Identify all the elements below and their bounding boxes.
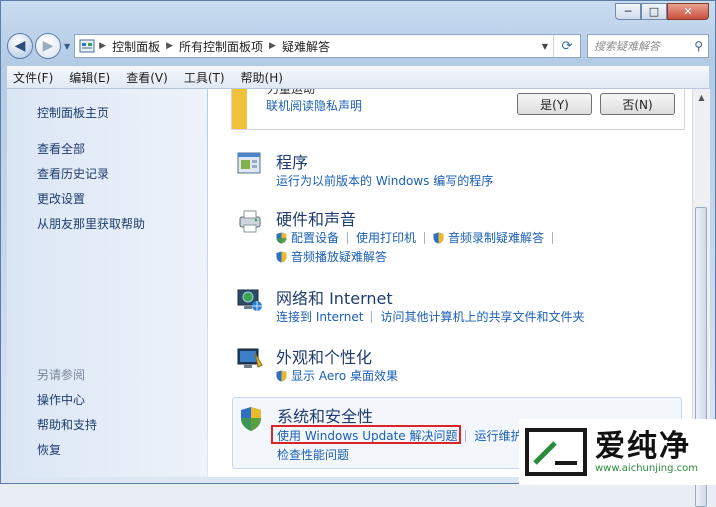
forward-arrow-icon: ▶ bbox=[42, 38, 54, 54]
breadcrumb-separator-icon: ▶ bbox=[166, 41, 174, 51]
category-title-appearance[interactable]: 外观和个性化 bbox=[276, 344, 372, 368]
control-panel-window: ─ □ ✕ ◀ ▶ ▼ ▶ 控制面板 ▶ 所有控制面板项 ▶ 疑难解答 ▼ ⟳ … bbox=[0, 0, 716, 507]
link-connect-internet[interactable]: 连接到 Internet bbox=[276, 308, 363, 325]
search-placeholder: 搜索疑难解答 bbox=[594, 40, 660, 53]
forward-button[interactable]: ▶ bbox=[35, 33, 61, 59]
sidebar-item-get-help-friend[interactable]: 从朋友那里获取帮助 bbox=[37, 215, 145, 232]
link-aero-effects[interactable]: 显示 Aero 桌面效果 bbox=[291, 367, 398, 384]
category-links-programs: 运行为以前版本的 Windows 编写的程序 bbox=[276, 172, 493, 189]
search-input[interactable]: 搜索疑难解答 ⚲ bbox=[587, 34, 709, 58]
menu-file[interactable]: 文件(F) bbox=[7, 69, 59, 86]
link-audio-playback[interactable]: 音频播放疑难解答 bbox=[291, 248, 387, 265]
maximize-button[interactable]: □ bbox=[641, 3, 667, 20]
link-divider bbox=[465, 429, 467, 442]
menu-edit[interactable]: 编辑(E) bbox=[63, 69, 116, 86]
breadcrumb-separator-icon: ▶ bbox=[99, 41, 107, 51]
watermark-logo-icon bbox=[525, 428, 587, 476]
link-divider bbox=[347, 231, 349, 244]
category-title-system-security[interactable]: 系统和安全性 bbox=[277, 403, 373, 427]
category-links-network: 连接到 Internet 访问其他计算机上的共享文件和文件夹 bbox=[276, 308, 584, 325]
network-globe-icon bbox=[237, 289, 262, 311]
link-audio-recording[interactable]: 音频录制疑难解答 bbox=[448, 229, 544, 246]
uac-shield-icon bbox=[276, 232, 287, 243]
privacy-statement-link[interactable]: 联机阅读隐私声明 bbox=[266, 97, 362, 114]
link-configure-device[interactable]: 配置设备 bbox=[291, 229, 339, 246]
category-title-programs[interactable]: 程序 bbox=[276, 149, 308, 173]
minimize-button[interactable]: ─ bbox=[615, 3, 641, 20]
breadcrumb-separator-icon: ▶ bbox=[269, 41, 276, 51]
notice-color-bar bbox=[232, 89, 247, 129]
breadcrumb-control-panel[interactable]: 控制面板 bbox=[112, 38, 160, 55]
notice-cut-text: 力量运动 bbox=[267, 89, 316, 96]
printer-icon bbox=[239, 210, 261, 233]
close-button[interactable]: ✕ bbox=[667, 3, 709, 20]
menu-help[interactable]: 帮助(H) bbox=[235, 69, 289, 86]
category-links-hardware-row1: 配置设备 使用打印机 音频录制疑难解答 bbox=[276, 229, 561, 246]
sidebar-item-help-support[interactable]: 帮助和支持 bbox=[37, 416, 97, 433]
scroll-up-icon[interactable]: ▲ bbox=[693, 89, 710, 106]
system-security-icon bbox=[241, 407, 261, 431]
link-shared-files[interactable]: 访问其他计算机上的共享文件和文件夹 bbox=[380, 308, 584, 325]
back-arrow-icon: ◀ bbox=[14, 38, 26, 54]
watermark-url: www.aichunjing.com bbox=[595, 462, 698, 474]
menu-bar: 文件(F) 编辑(E) 查看(V) 工具(T) 帮助(H) bbox=[7, 66, 709, 89]
address-dropdown-icon[interactable]: ▼ bbox=[537, 42, 553, 51]
uac-shield-icon bbox=[276, 370, 287, 381]
title-bar-buttons: ─ □ ✕ bbox=[615, 3, 709, 20]
uac-shield-icon bbox=[276, 251, 287, 262]
refresh-icon[interactable]: ⟳ bbox=[553, 35, 580, 57]
uac-shield-icon bbox=[433, 232, 444, 243]
search-icon[interactable]: ⚲ bbox=[694, 39, 703, 53]
sidebar-item-history[interactable]: 查看历史记录 bbox=[37, 165, 109, 182]
category-title-network[interactable]: 网络和 Internet bbox=[276, 285, 393, 309]
no-button[interactable]: 否(N) bbox=[600, 93, 675, 115]
address-bar[interactable]: ▶ 控制面板 ▶ 所有控制面板项 ▶ 疑难解答 ▼ ⟳ bbox=[74, 34, 581, 58]
recent-pages-dropdown[interactable]: ▼ bbox=[64, 42, 70, 51]
see-also-heading: 另请参阅 bbox=[37, 368, 86, 382]
link-divider bbox=[552, 231, 554, 244]
watermark-brand: 爱纯净 bbox=[595, 428, 691, 464]
link-use-printer[interactable]: 使用打印机 bbox=[356, 229, 416, 246]
menu-tools[interactable]: 工具(T) bbox=[178, 69, 231, 86]
link-run-older-programs[interactable]: 运行为以前版本的 Windows 编写的程序 bbox=[276, 172, 493, 189]
watermark: 爱纯净 www.aichunjing.com bbox=[519, 419, 716, 485]
link-divider bbox=[424, 231, 426, 244]
sidebar-item-recovery[interactable]: 恢复 bbox=[37, 441, 61, 458]
sidebar-item-action-center[interactable]: 操作中心 bbox=[37, 391, 85, 408]
link-run-maintenance[interactable]: 运行维护 bbox=[474, 427, 522, 444]
category-links-hardware-row2: 音频播放疑难解答 bbox=[276, 248, 387, 265]
programs-icon bbox=[237, 152, 261, 174]
control-panel-icon bbox=[79, 39, 95, 53]
link-divider bbox=[371, 310, 373, 323]
breadcrumb-troubleshooting[interactable]: 疑难解答 bbox=[282, 38, 330, 55]
appearance-icon bbox=[237, 348, 263, 368]
sidebar-item-view-all[interactable]: 查看全部 bbox=[37, 140, 85, 157]
online-troubleshooting-notice: 力量运动 联机阅读隐私声明 是(Y) 否(N) bbox=[231, 89, 685, 130]
breadcrumb-all-items[interactable]: 所有控制面板项 bbox=[179, 38, 263, 55]
sidebar-item-change-settings[interactable]: 更改设置 bbox=[37, 190, 85, 207]
highlight-box bbox=[271, 425, 461, 444]
back-button[interactable]: ◀ bbox=[7, 33, 33, 59]
navigation-bar: ◀ ▶ ▼ ▶ 控制面板 ▶ 所有控制面板项 ▶ 疑难解答 ▼ ⟳ 搜索疑难解答… bbox=[7, 30, 709, 62]
yes-button[interactable]: 是(Y) bbox=[517, 93, 592, 115]
category-links-appearance: 显示 Aero 桌面效果 bbox=[276, 367, 398, 384]
menu-view[interactable]: 查看(V) bbox=[120, 69, 174, 86]
sidebar: 控制面板主页 查看全部 查看历史记录 更改设置 从朋友那里获取帮助 另请参阅 操… bbox=[7, 89, 207, 477]
sidebar-item-home[interactable]: 控制面板主页 bbox=[37, 104, 109, 121]
link-check-performance[interactable]: 检查性能问题 bbox=[277, 446, 349, 463]
category-title-hardware-sound[interactable]: 硬件和声音 bbox=[276, 206, 356, 230]
